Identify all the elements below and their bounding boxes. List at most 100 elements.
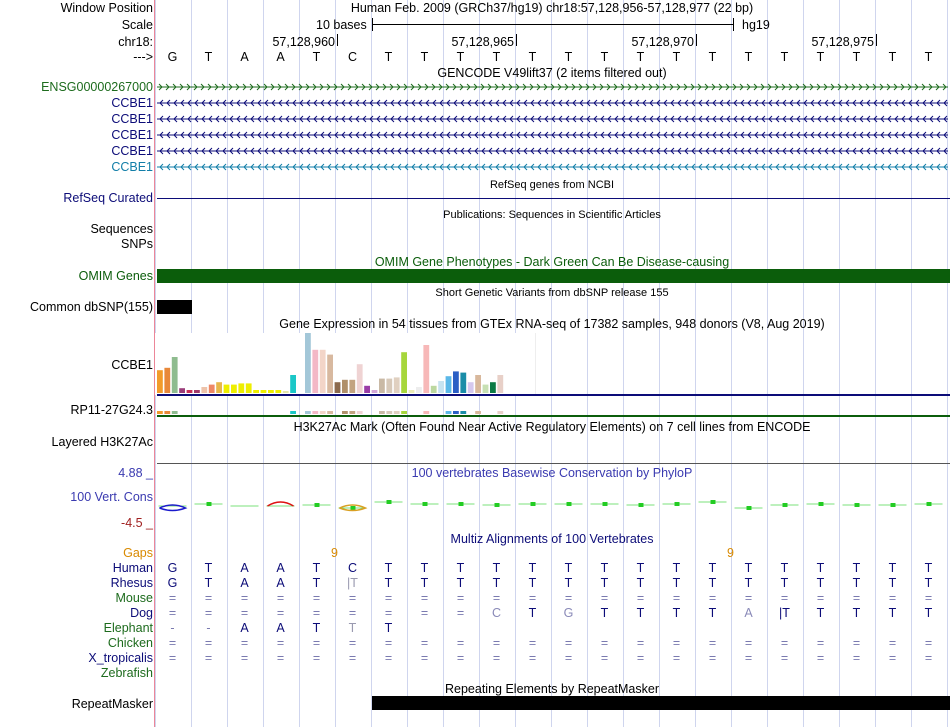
aligned-base: T — [708, 576, 717, 590]
phylop-score — [602, 502, 608, 506]
phylop-score — [890, 503, 896, 507]
aligned-base: = — [924, 591, 933, 605]
aligned-base: = — [888, 591, 897, 605]
aligned-base: T — [456, 561, 465, 575]
phylop-score — [458, 502, 464, 506]
aligned-base: T — [600, 576, 609, 590]
phylop-score — [674, 502, 680, 506]
species-label[interactable]: Elephant — [104, 621, 153, 635]
genome-browser-image: Window Position Scale chr18: ---> Human … — [0, 0, 950, 727]
aligned-base: T — [492, 561, 501, 575]
aligned-base: = — [240, 636, 249, 650]
phylop-score — [566, 502, 572, 506]
aligned-base: G — [563, 606, 574, 620]
aligned-base: |T — [779, 606, 790, 620]
aligned-base: = — [312, 606, 321, 620]
aligned-base: T — [672, 561, 681, 575]
aligned-base: = — [672, 651, 681, 665]
phylop-track[interactable] — [0, 0, 950, 530]
species-label[interactable]: Mouse — [115, 591, 153, 605]
species-label[interactable]: Zebrafish — [101, 666, 153, 680]
aligned-base: = — [456, 651, 465, 665]
aligned-base: = — [384, 636, 393, 650]
aligned-base: = — [348, 591, 357, 605]
aligned-base: T — [852, 561, 861, 575]
species-label[interactable]: Rhesus — [111, 576, 153, 590]
aligned-base: = — [384, 591, 393, 605]
aligned-base: = — [456, 591, 465, 605]
aligned-base: T — [816, 606, 825, 620]
aligned-base: T — [924, 576, 933, 590]
aligned-base: = — [672, 636, 681, 650]
aligned-base: = — [420, 651, 429, 665]
phylop-score — [782, 503, 788, 507]
aligned-base: = — [348, 651, 357, 665]
species-label[interactable]: Dog — [130, 606, 153, 620]
aligned-base: = — [240, 606, 249, 620]
repeatmasker-element[interactable] — [372, 696, 950, 710]
aligned-base: = — [276, 591, 285, 605]
aligned-base: = — [168, 591, 177, 605]
repeatmasker-label[interactable]: RepeatMasker — [72, 697, 153, 711]
species-label[interactable]: Human — [113, 561, 153, 575]
phylop-score — [350, 506, 356, 510]
phylop-score — [710, 500, 716, 504]
aligned-base: = — [888, 636, 897, 650]
aligned-base: = — [456, 606, 465, 620]
aligned-base: A — [276, 561, 285, 575]
aligned-base: T — [312, 576, 321, 590]
phylop-score — [530, 502, 536, 506]
aligned-base: T — [816, 561, 825, 575]
aligned-base: = — [816, 651, 825, 665]
multiz-title: Multiz Alignments of 100 Vertebrates — [450, 532, 654, 546]
aligned-base: T — [528, 561, 537, 575]
aligned-base: T — [780, 576, 789, 590]
aligned-base: = — [312, 636, 321, 650]
aligned-base: = — [672, 591, 681, 605]
aligned-base: T — [204, 561, 213, 575]
aligned-base: A — [240, 561, 249, 575]
aligned-base: = — [528, 651, 537, 665]
aligned-base: = — [492, 636, 501, 650]
aligned-base: T — [312, 561, 321, 575]
aligned-base: = — [168, 636, 177, 650]
aligned-base: T — [312, 621, 321, 635]
phylop-score — [638, 503, 644, 507]
repeatmasker-title: Repeating Elements by RepeatMasker — [444, 682, 660, 696]
aligned-base: = — [564, 651, 573, 665]
aligned-base: = — [924, 636, 933, 650]
phylop-score — [494, 503, 500, 507]
aligned-base: = — [888, 651, 897, 665]
aligned-base: T — [636, 561, 645, 575]
species-label[interactable]: Chicken — [108, 636, 153, 650]
aligned-base: = — [852, 591, 861, 605]
aligned-base: A — [276, 576, 285, 590]
aligned-base: = — [600, 651, 609, 665]
aligned-base: A — [240, 576, 249, 590]
aligned-base: T — [600, 606, 609, 620]
aligned-base: T — [888, 576, 897, 590]
aligned-base: = — [600, 636, 609, 650]
aligned-base: = — [780, 636, 789, 650]
phylop-score — [926, 502, 932, 506]
aligned-base: = — [780, 651, 789, 665]
aligned-base: G — [167, 576, 178, 590]
aligned-base: T — [384, 621, 393, 635]
aligned-base: = — [312, 651, 321, 665]
aligned-base: = — [240, 591, 249, 605]
aligned-base: T — [888, 606, 897, 620]
aligned-base: = — [528, 636, 537, 650]
aligned-base: = — [168, 606, 177, 620]
aligned-base: = — [564, 636, 573, 650]
aligned-base: = — [924, 651, 933, 665]
aligned-base: T — [672, 576, 681, 590]
aligned-base: = — [636, 636, 645, 650]
aligned-base: = — [204, 636, 213, 650]
aligned-base: T — [420, 561, 429, 575]
aligned-base: = — [420, 636, 429, 650]
species-label[interactable]: X_tropicalis — [88, 651, 153, 665]
aligned-base: T — [456, 576, 465, 590]
aligned-base: T — [384, 576, 393, 590]
aligned-base: T — [924, 606, 933, 620]
phylop-score — [206, 502, 212, 506]
